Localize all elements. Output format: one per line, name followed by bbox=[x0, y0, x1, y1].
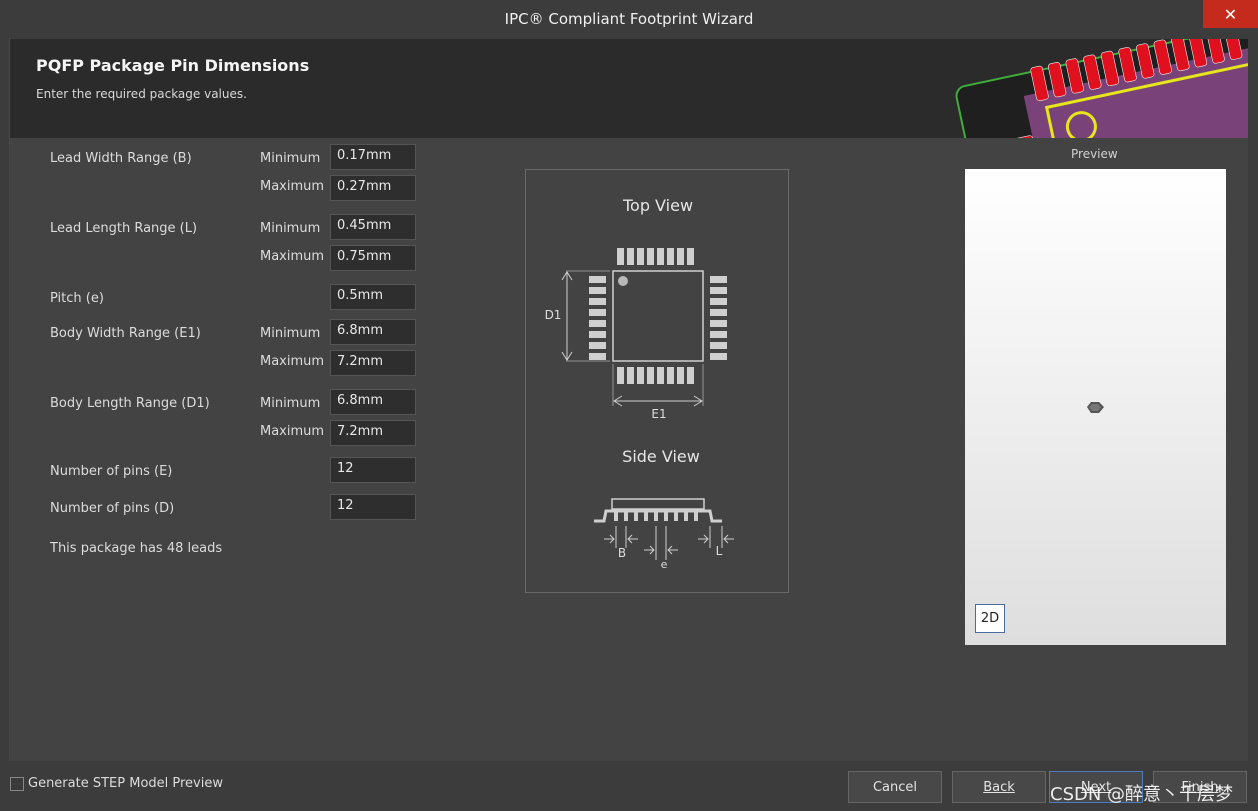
body-length-max-input[interactable]: 7.2mm bbox=[330, 420, 416, 446]
lead-length-max-label: Maximum bbox=[260, 249, 325, 264]
lead-length-max-input[interactable]: 0.75mm bbox=[330, 245, 416, 271]
lead-length-min-input[interactable]: 0.45mm bbox=[330, 214, 416, 240]
title-bar: IPC® Compliant Footprint Wizard ✕ bbox=[0, 0, 1258, 38]
body-width-min-label: Minimum bbox=[260, 326, 321, 341]
lead-width-min-label: Minimum bbox=[260, 151, 321, 166]
body-width-max-input[interactable]: 7.2mm bbox=[330, 350, 416, 376]
top-view-label: Top View bbox=[622, 196, 693, 215]
step-preview-checkbox[interactable] bbox=[10, 777, 24, 791]
window-title: IPC® Compliant Footprint Wizard bbox=[504, 10, 754, 28]
lead-width-max-label: Maximum bbox=[260, 179, 325, 194]
side-view-label: Side View bbox=[622, 447, 700, 466]
pitch-input[interactable]: 0.5mm bbox=[330, 284, 416, 310]
d1-label: D1 bbox=[545, 308, 562, 322]
back-button[interactable]: Back bbox=[952, 771, 1046, 803]
body-width-min-input[interactable]: 6.8mm bbox=[330, 319, 416, 345]
body-width-label: Body Width Range (E1) bbox=[50, 326, 201, 341]
body-length-max-label: Maximum bbox=[260, 424, 325, 439]
pins-e-input[interactable]: 12 bbox=[330, 457, 416, 483]
package-dimension-diagram: Top View D1 E1 Side View B e L bbox=[545, 196, 734, 571]
view-2d-button[interactable]: 2D bbox=[975, 604, 1005, 633]
body-length-min-input[interactable]: 6.8mm bbox=[330, 389, 416, 415]
footprint-preview[interactable] bbox=[965, 169, 1226, 645]
lead-length-label: Lead Length Range (L) bbox=[50, 221, 198, 236]
pins-d-label: Number of pins (D) bbox=[50, 501, 175, 516]
lead-width-label: Lead Width Range (B) bbox=[50, 151, 192, 166]
body-length-min-label: Minimum bbox=[260, 396, 321, 411]
page-subtitle: Enter the required package values. bbox=[36, 87, 247, 101]
b-label: B bbox=[618, 546, 626, 560]
pins-e-label: Number of pins (E) bbox=[50, 464, 173, 479]
l-label: L bbox=[716, 544, 723, 558]
lead-length-min-label: Minimum bbox=[260, 221, 321, 236]
package-diagram: Top View D1 E1 Side View B e L bbox=[525, 169, 789, 593]
close-icon: ✕ bbox=[1223, 4, 1238, 24]
pitch-e-label: e bbox=[661, 558, 668, 571]
page-header: PQFP Package Pin Dimensions Enter the re… bbox=[10, 39, 1248, 138]
step-preview-label: Generate STEP Model Preview bbox=[28, 776, 223, 791]
lead-width-max-input[interactable]: 0.27mm bbox=[330, 175, 416, 201]
page-title: PQFP Package Pin Dimensions bbox=[36, 56, 310, 75]
cancel-button[interactable]: Cancel bbox=[848, 771, 942, 803]
body-width-max-label: Maximum bbox=[260, 354, 325, 369]
preview-label: Preview bbox=[1071, 147, 1118, 161]
pcb-banner-image bbox=[946, 39, 1248, 138]
footprint-thumbnail bbox=[1087, 402, 1104, 413]
body-length-label: Body Length Range (D1) bbox=[50, 396, 210, 411]
pitch-label: Pitch (e) bbox=[50, 291, 104, 306]
lead-count-summary: This package has 48 leads bbox=[50, 541, 223, 556]
lead-width-min-input[interactable]: 0.17mm bbox=[330, 144, 416, 170]
close-button[interactable]: ✕ bbox=[1203, 0, 1258, 28]
pins-d-input[interactable]: 12 bbox=[330, 494, 416, 520]
watermark-text: CSDN @醉意丶千层梦 bbox=[1050, 784, 1234, 805]
e1-label: E1 bbox=[651, 407, 666, 421]
